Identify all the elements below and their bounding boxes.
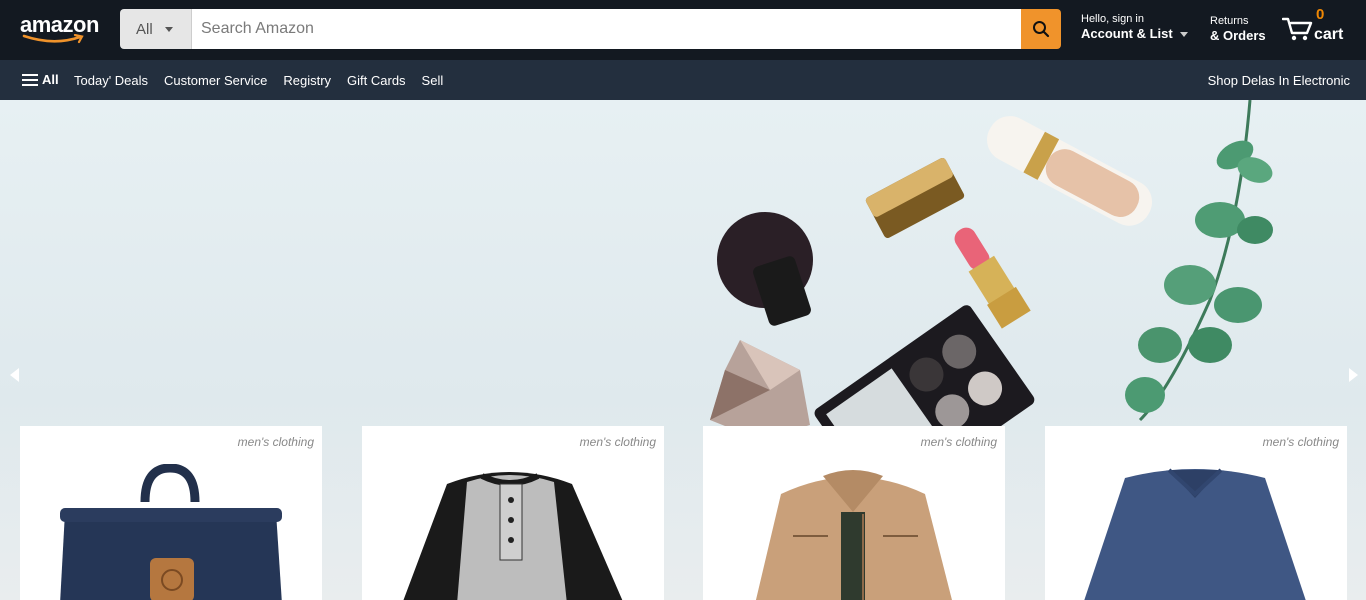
- product-category: men's clothing: [920, 435, 997, 449]
- account-lists-label: Account & List: [1081, 26, 1173, 41]
- search-input[interactable]: [192, 9, 1021, 49]
- sub-navigation: All Today' Deals Customer Service Regist…: [0, 60, 1366, 100]
- product-card-row: men's clothing men's clothing men's clot…: [20, 426, 1347, 600]
- product-card[interactable]: men's clothing: [703, 426, 1005, 600]
- nav-link-registry[interactable]: Registry: [283, 73, 331, 88]
- cart-count: 0: [1316, 6, 1325, 23]
- nav-links: Today' Deals Customer Service Registry G…: [74, 73, 443, 88]
- chevron-right-icon[interactable]: [1349, 368, 1358, 382]
- product-card[interactable]: men's clothing: [20, 426, 322, 600]
- promo-link[interactable]: Shop Delas In Electronic: [1208, 73, 1350, 88]
- all-menu-button[interactable]: All: [22, 72, 59, 87]
- account-lists: Account & List: [1081, 26, 1188, 42]
- nav-link-gift-cards[interactable]: Gift Cards: [347, 73, 406, 88]
- account-menu[interactable]: Hello, sign in Account & List: [1081, 12, 1188, 42]
- orders-label: & Orders: [1210, 28, 1266, 43]
- nav-link-customer-service[interactable]: Customer Service: [164, 73, 267, 88]
- cart-button[interactable]: 0 cart: [1282, 6, 1352, 50]
- product-category: men's clothing: [237, 435, 314, 449]
- product-card[interactable]: men's clothing: [1045, 426, 1347, 600]
- hamburger-icon: [22, 73, 38, 86]
- amazon-logo[interactable]: amazon: [20, 14, 102, 46]
- returns-orders-link[interactable]: Returns & Orders: [1210, 14, 1266, 44]
- product-image-long-sleeve-tee: [1084, 468, 1306, 600]
- search-bar: All: [120, 9, 1061, 49]
- top-header: amazon All Hello, sign in Account & List…: [0, 0, 1366, 60]
- chevron-down-icon: [164, 26, 173, 32]
- product-image-jacket: [755, 470, 952, 600]
- cart-label: cart: [1314, 26, 1344, 43]
- nav-link-sell[interactable]: Sell: [422, 73, 444, 88]
- all-menu-label: All: [42, 72, 59, 87]
- cart-icon: [1282, 17, 1313, 41]
- nav-link-todays-deals[interactable]: Today' Deals: [74, 73, 148, 88]
- product-card[interactable]: men's clothing: [362, 426, 664, 600]
- account-greeting: Hello, sign in: [1081, 13, 1144, 25]
- search-category-label: All: [136, 20, 153, 38]
- chevron-down-icon: [1179, 31, 1188, 37]
- product-image-henley-shirt: [403, 472, 623, 600]
- product-category: men's clothing: [579, 435, 656, 449]
- search-category-select[interactable]: All: [120, 9, 192, 49]
- logo-text: amazon: [20, 12, 99, 37]
- logo-smile-icon: [22, 34, 84, 44]
- product-category: men's clothing: [1262, 435, 1339, 449]
- returns-label: Returns: [1210, 15, 1249, 27]
- search-button[interactable]: [1021, 9, 1061, 49]
- product-image-backpack: [60, 464, 282, 600]
- chevron-left-icon[interactable]: [10, 368, 19, 382]
- search-icon: [1033, 21, 1050, 38]
